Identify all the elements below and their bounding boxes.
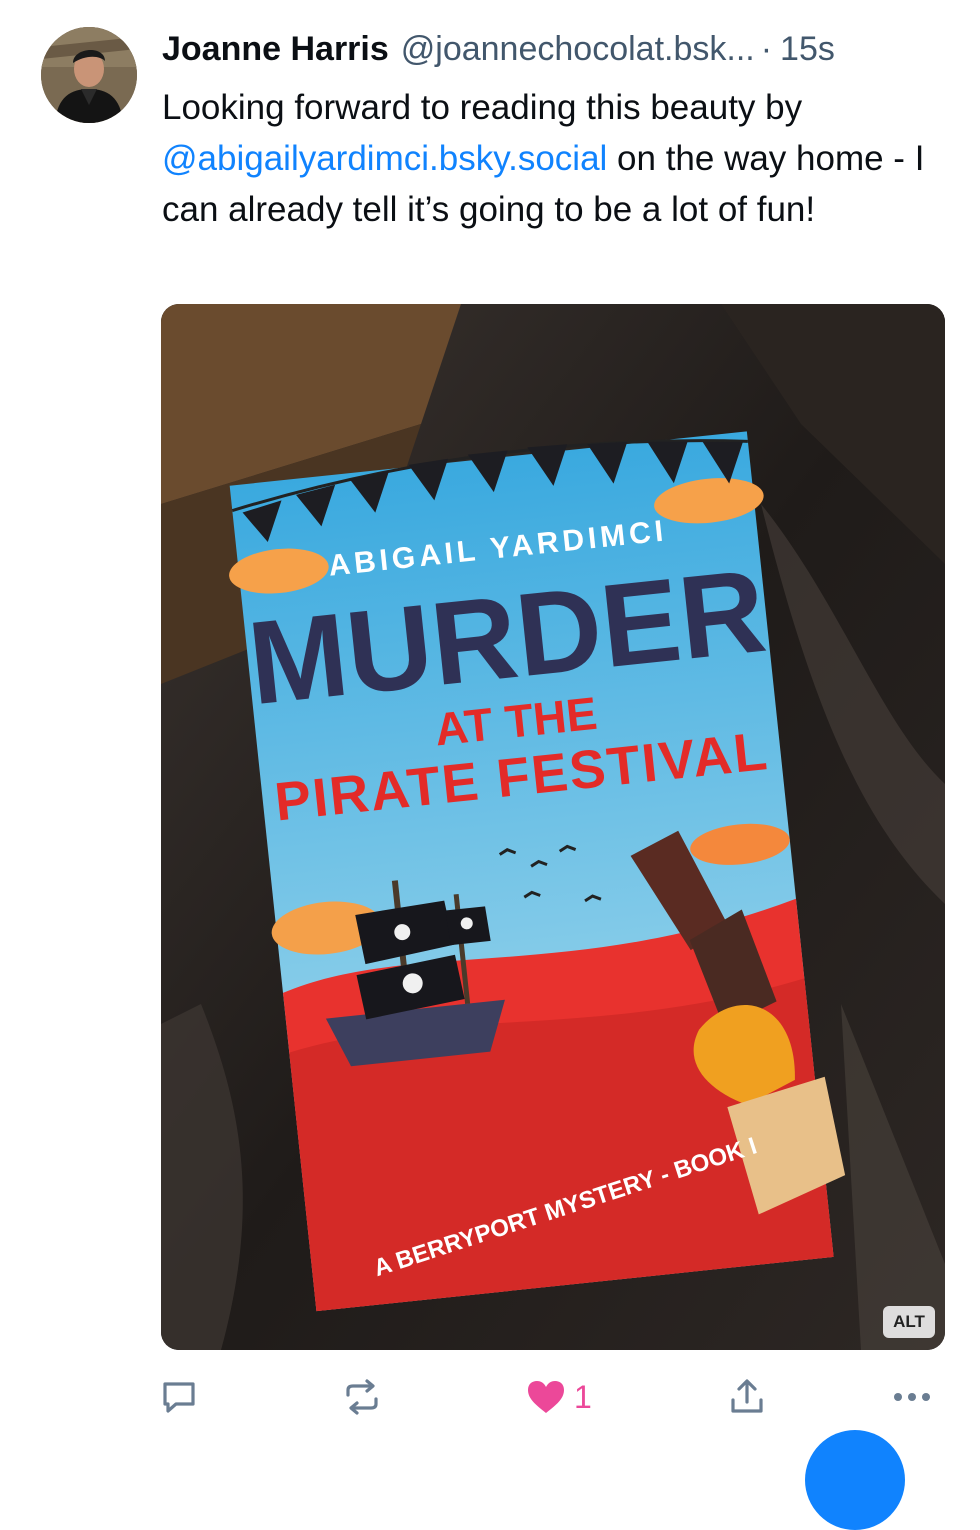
avatar[interactable] — [41, 27, 137, 123]
author-handle[interactable]: @joannechocolat.bsk... — [401, 26, 755, 72]
post-text: Looking forward to reading this beauty b… — [162, 82, 942, 235]
post-image[interactable]: ABIGAIL YARDIMCI MURDER AT THE PIRATE FE… — [161, 304, 945, 1350]
alt-text-badge[interactable]: ALT — [883, 1306, 935, 1338]
reply-icon — [163, 1382, 195, 1413]
avatar-image — [41, 27, 137, 123]
book-cover: ABIGAIL YARDIMCI MURDER AT THE PIRATE FE… — [229, 431, 846, 1312]
more-options-button[interactable] — [892, 1372, 932, 1422]
share-button[interactable] — [728, 1372, 766, 1422]
reply-button[interactable] — [160, 1372, 198, 1422]
author-display-name[interactable]: Joanne Harris — [162, 26, 389, 72]
separator-dot: · — [760, 30, 773, 68]
like-count: 1 — [574, 1378, 592, 1415]
post-timestamp[interactable]: 15s — [780, 26, 835, 72]
post-text-before: Looking forward to reading this beauty b… — [162, 88, 803, 127]
post-actions: 1 — [160, 1372, 940, 1422]
share-icon — [731, 1379, 763, 1413]
heart-icon — [528, 1381, 564, 1413]
book-photo: ABIGAIL YARDIMCI MURDER AT THE PIRATE FE… — [161, 304, 945, 1350]
repost-icon — [346, 1379, 378, 1415]
like-button[interactable]: 1 — [526, 1372, 592, 1422]
post: Joanne Harris @joannechocolat.bsk... · 1… — [0, 0, 980, 1530]
post-header: Joanne Harris @joannechocolat.bsk... · 1… — [162, 26, 952, 72]
compose-fab[interactable] — [805, 1430, 905, 1530]
mention-link[interactable]: @abigailyardimci.bsky.social — [162, 139, 607, 178]
more-icon — [894, 1393, 930, 1401]
repost-button[interactable] — [342, 1372, 382, 1422]
